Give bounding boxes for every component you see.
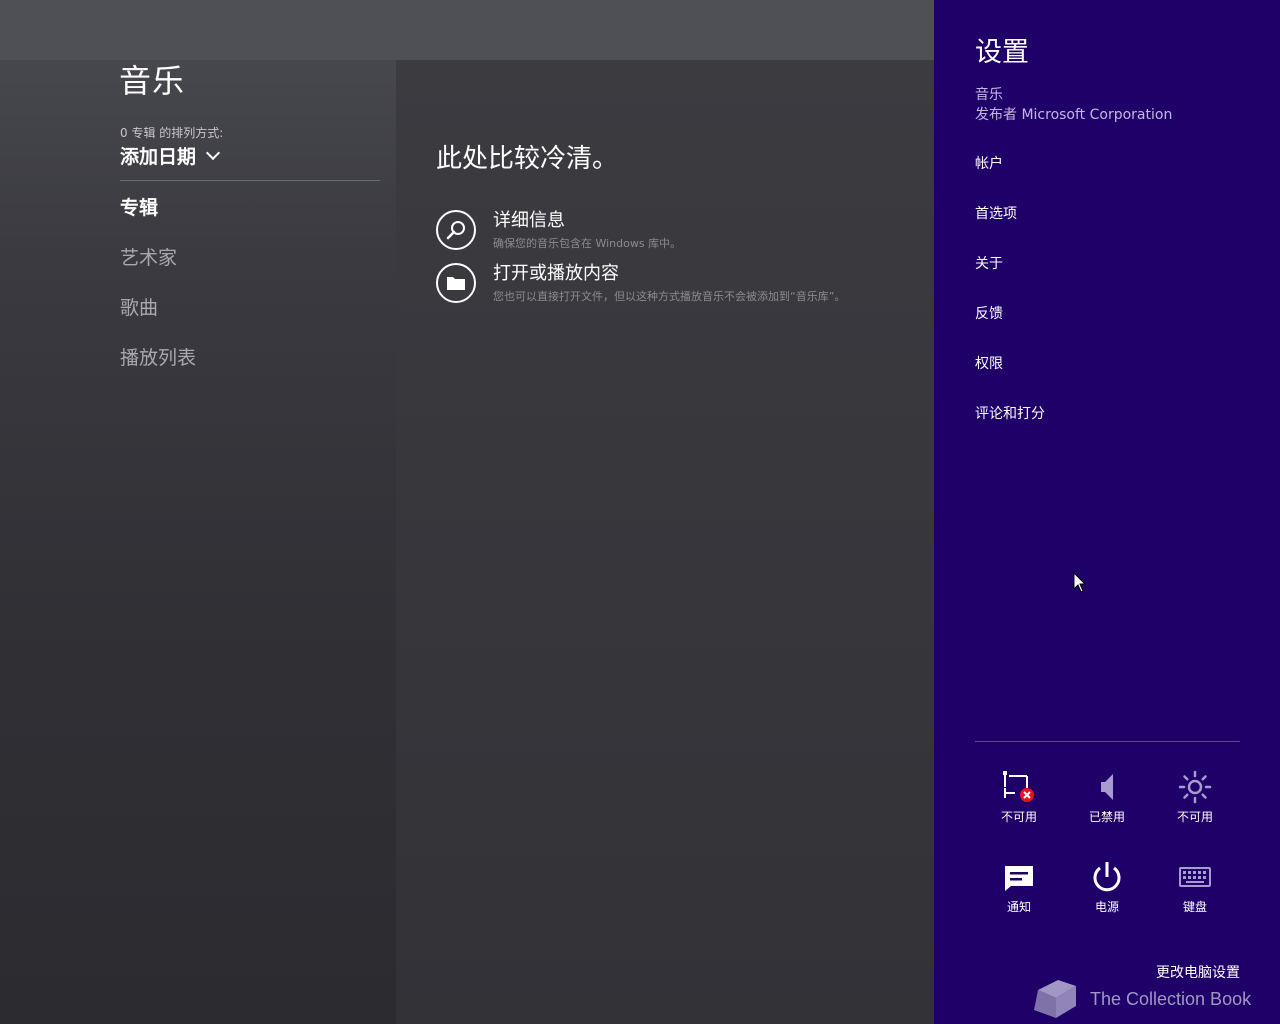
settings-item-account[interactable]: 帐户 <box>975 154 1045 204</box>
sort-dropdown[interactable]: 添加日期 <box>120 142 221 169</box>
mouse-cursor-icon <box>1073 572 1087 593</box>
keyboard-icon <box>1179 867 1211 887</box>
sort-caption: 0 专辑 的排列方式: <box>120 126 224 140</box>
settings-item-preferences[interactable]: 首选项 <box>975 204 1045 254</box>
app-title: 音乐 <box>119 62 186 100</box>
power-label: 电源 <box>1094 900 1119 914</box>
charm-divider <box>975 741 1240 742</box>
nav-item-albums[interactable]: 专辑 <box>120 194 196 244</box>
empty-state-title: 此处比较冷清。 <box>436 144 619 174</box>
volume-label: 已禁用 <box>1088 810 1125 824</box>
volume-button[interactable]: 已禁用 <box>1067 770 1147 825</box>
publisher: 发布者 Microsoft Corporation <box>975 107 1173 123</box>
divider <box>120 180 380 181</box>
sort-value: 添加日期 <box>120 146 197 168</box>
search-icon <box>436 210 476 250</box>
settings-charm: 设置 音乐 发布者 Microsoft Corporation 帐户 首选项 关… <box>934 0 1280 1024</box>
nav-item-playlists[interactable]: 播放列表 <box>120 344 196 394</box>
open-play-title: 打开或播放内容 <box>493 263 619 284</box>
brightness-icon <box>1178 770 1212 804</box>
settings-list: 帐户 首选项 关于 反馈 权限 评论和打分 <box>975 154 1045 454</box>
power-button[interactable]: 电源 <box>1067 860 1147 915</box>
category-nav: 专辑 艺术家 歌曲 播放列表 <box>120 194 196 394</box>
details-action[interactable]: 详细信息 确保您的音乐包含在 Windows 库中。 <box>436 210 681 251</box>
settings-item-rate-review[interactable]: 评论和打分 <box>975 404 1045 454</box>
settings-item-about[interactable]: 关于 <box>975 254 1045 304</box>
details-subtitle: 确保您的音乐包含在 Windows 库中。 <box>493 237 682 250</box>
network-unavailable-icon <box>1003 771 1034 802</box>
power-icon <box>1093 862 1121 892</box>
folder-icon <box>436 263 476 303</box>
top-band <box>0 0 934 60</box>
app-info: 音乐 发布者 Microsoft Corporation <box>975 85 1172 125</box>
notifications-icon <box>1005 866 1033 891</box>
content-panel: 此处比较冷清。 详细信息 确保您的音乐包含在 Windows 库中。 打开或播放… <box>396 60 934 1024</box>
watermark: The Collection Book <box>1028 976 1251 1022</box>
open-play-subtitle: 您也可以直接打开文件，但以这种方式播放音乐不会被添加到“音乐库”。 <box>493 290 846 303</box>
charm-title: 设置 <box>975 37 1029 68</box>
nav-item-artists[interactable]: 艺术家 <box>120 244 196 294</box>
nav-item-songs[interactable]: 歌曲 <box>120 294 196 344</box>
keyboard-button[interactable]: 键盘 <box>1155 860 1235 915</box>
brightness-button[interactable]: 不可用 <box>1155 770 1235 825</box>
app-name: 音乐 <box>975 87 1003 103</box>
network-button[interactable]: 不可用 <box>979 770 1059 825</box>
settings-item-permissions[interactable]: 权限 <box>975 354 1045 404</box>
details-title: 详细信息 <box>493 210 565 231</box>
chevron-down-icon <box>205 145 221 161</box>
keyboard-label: 键盘 <box>1182 900 1207 914</box>
volume-icon <box>1101 774 1113 800</box>
watermark-text: The Collection Book <box>1090 988 1252 1009</box>
notifications-button[interactable]: 通知 <box>979 860 1059 915</box>
settings-item-feedback[interactable]: 反馈 <box>975 304 1045 354</box>
open-play-action[interactable]: 打开或播放内容 您也可以直接打开文件，但以这种方式播放音乐不会被添加到“音乐库”… <box>436 263 845 304</box>
book-icon <box>1034 980 1076 1018</box>
notifications-label: 通知 <box>1006 900 1031 914</box>
network-label: 不可用 <box>1000 810 1037 824</box>
brightness-label: 不可用 <box>1176 810 1213 824</box>
